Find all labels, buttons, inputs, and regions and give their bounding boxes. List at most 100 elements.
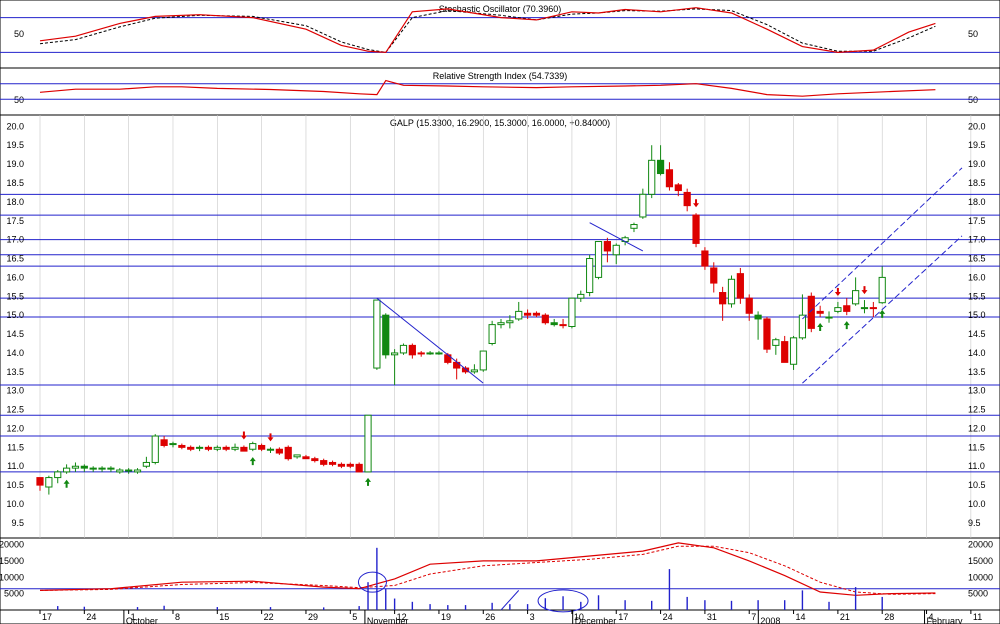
price-tick-label-left: 11.0	[7, 461, 24, 471]
candle-body	[532, 312, 541, 316]
candle-body	[488, 324, 496, 344]
price-tick-label-right: 18.0	[968, 197, 986, 207]
candle-body	[222, 446, 230, 450]
price-tick-label-right: 9.5	[968, 518, 981, 528]
day-tick-label: 17	[618, 612, 628, 622]
candle-body	[559, 324, 567, 327]
day-tick-label: 26	[485, 612, 495, 622]
candle-body	[506, 320, 514, 324]
price-tick-label-left: 13.5	[6, 367, 24, 377]
volume-tick-label-left: 5000	[4, 589, 24, 599]
candle-body	[692, 214, 700, 244]
volume-tick-label-right: 10000	[968, 572, 993, 582]
day-tick-label: 28	[884, 612, 894, 622]
day-tick-label: 24	[86, 612, 96, 622]
candle-body	[701, 250, 709, 267]
candle-body	[258, 444, 266, 450]
candle-body	[151, 435, 159, 463]
day-tick-label: 3	[530, 612, 535, 622]
price-tick-label-left: 10.0	[6, 499, 24, 509]
candle-body	[231, 446, 239, 450]
candle-body	[727, 278, 736, 305]
candle-body	[497, 322, 505, 326]
candle-body	[311, 458, 319, 462]
candle-body	[719, 292, 727, 305]
candle-body	[373, 299, 381, 369]
day-tick-label: 14	[796, 612, 806, 622]
candle-body	[80, 465, 88, 469]
candle-body	[834, 307, 842, 312]
month-label: November	[367, 616, 409, 624]
day-tick-label: 21	[840, 612, 850, 622]
price-tick-label-right: 12.0	[968, 423, 986, 433]
candle-body	[577, 293, 585, 299]
candle-body	[160, 439, 168, 446]
price-tick-label-left: 19.5	[6, 140, 24, 150]
candle-body	[541, 314, 549, 324]
price-tick-label-right: 19.5	[968, 140, 986, 150]
price-tick-label-left: 12.5	[6, 405, 24, 415]
price-tick-label-right: 15.0	[968, 310, 986, 320]
price-tick-label-left: 15.5	[6, 291, 24, 301]
stochastic-50-label-right: 50	[968, 29, 978, 39]
candle-body	[781, 341, 789, 363]
price-tick-label-left: 17.5	[6, 216, 24, 226]
price-tick-label-right: 17.0	[968, 235, 986, 245]
candle-body	[869, 307, 877, 310]
candle-body	[639, 193, 647, 218]
candle-body	[621, 237, 629, 243]
candle-body	[594, 241, 603, 278]
candle-body	[125, 469, 133, 472]
candle-body	[142, 461, 150, 467]
day-tick-label: 15	[219, 612, 229, 622]
price-tick-label-right: 12.5	[968, 405, 986, 415]
candle-body	[550, 322, 558, 326]
candle-body	[878, 276, 886, 304]
candle-body	[674, 184, 682, 192]
price-tick-label-right: 20.0	[968, 121, 986, 131]
day-tick-label: 8	[175, 612, 180, 622]
candle-body	[789, 337, 798, 365]
candle-body	[523, 312, 532, 316]
candle-body	[435, 352, 443, 355]
candle-body	[275, 448, 283, 454]
price-tick-label-left: 16.0	[6, 272, 24, 282]
price-tick-label-left: 13.0	[6, 386, 24, 396]
price-tick-label-right: 16.5	[968, 254, 986, 264]
candle-body	[408, 344, 416, 356]
candle-body	[568, 297, 576, 327]
candle-body	[45, 477, 53, 488]
candle-body	[612, 244, 620, 256]
candle-body	[213, 446, 221, 450]
day-tick-label: 29	[308, 612, 318, 622]
price-tick-label-right: 17.5	[968, 216, 986, 226]
candle-body	[71, 465, 80, 469]
price-tick-label-left: 10.5	[6, 480, 24, 490]
candle-body	[293, 454, 301, 458]
candle-body	[648, 159, 656, 195]
candle-body	[665, 169, 674, 188]
candle-body	[62, 467, 71, 473]
stock-chart: Stochastic Oscillator (70.3960) 50 50 Re…	[0, 0, 1000, 624]
candle-body	[195, 446, 204, 449]
month-label: October	[126, 616, 158, 624]
candle-body	[133, 469, 142, 473]
price-tick-label-left: 17.0	[6, 235, 24, 245]
candle-body	[603, 241, 611, 252]
candle-body	[630, 224, 638, 229]
price-tick-label-left: 18.0	[6, 197, 24, 207]
candle-body	[337, 463, 346, 467]
price-tick-label-right: 11.0	[968, 461, 985, 471]
candle-body	[515, 310, 523, 320]
candle-body	[302, 456, 310, 460]
volume-tick-label-right: 5000	[968, 589, 988, 599]
candle-body	[169, 443, 177, 446]
candle-body	[763, 318, 771, 350]
candle-body	[852, 290, 860, 305]
candle-body	[772, 339, 780, 346]
stochastic-50-label-left: 50	[14, 29, 24, 39]
candle-body	[843, 305, 851, 312]
price-tick-label-left: 19.0	[6, 159, 24, 169]
candle-body	[284, 446, 292, 460]
rsi-50-label-left: 50	[14, 95, 24, 105]
